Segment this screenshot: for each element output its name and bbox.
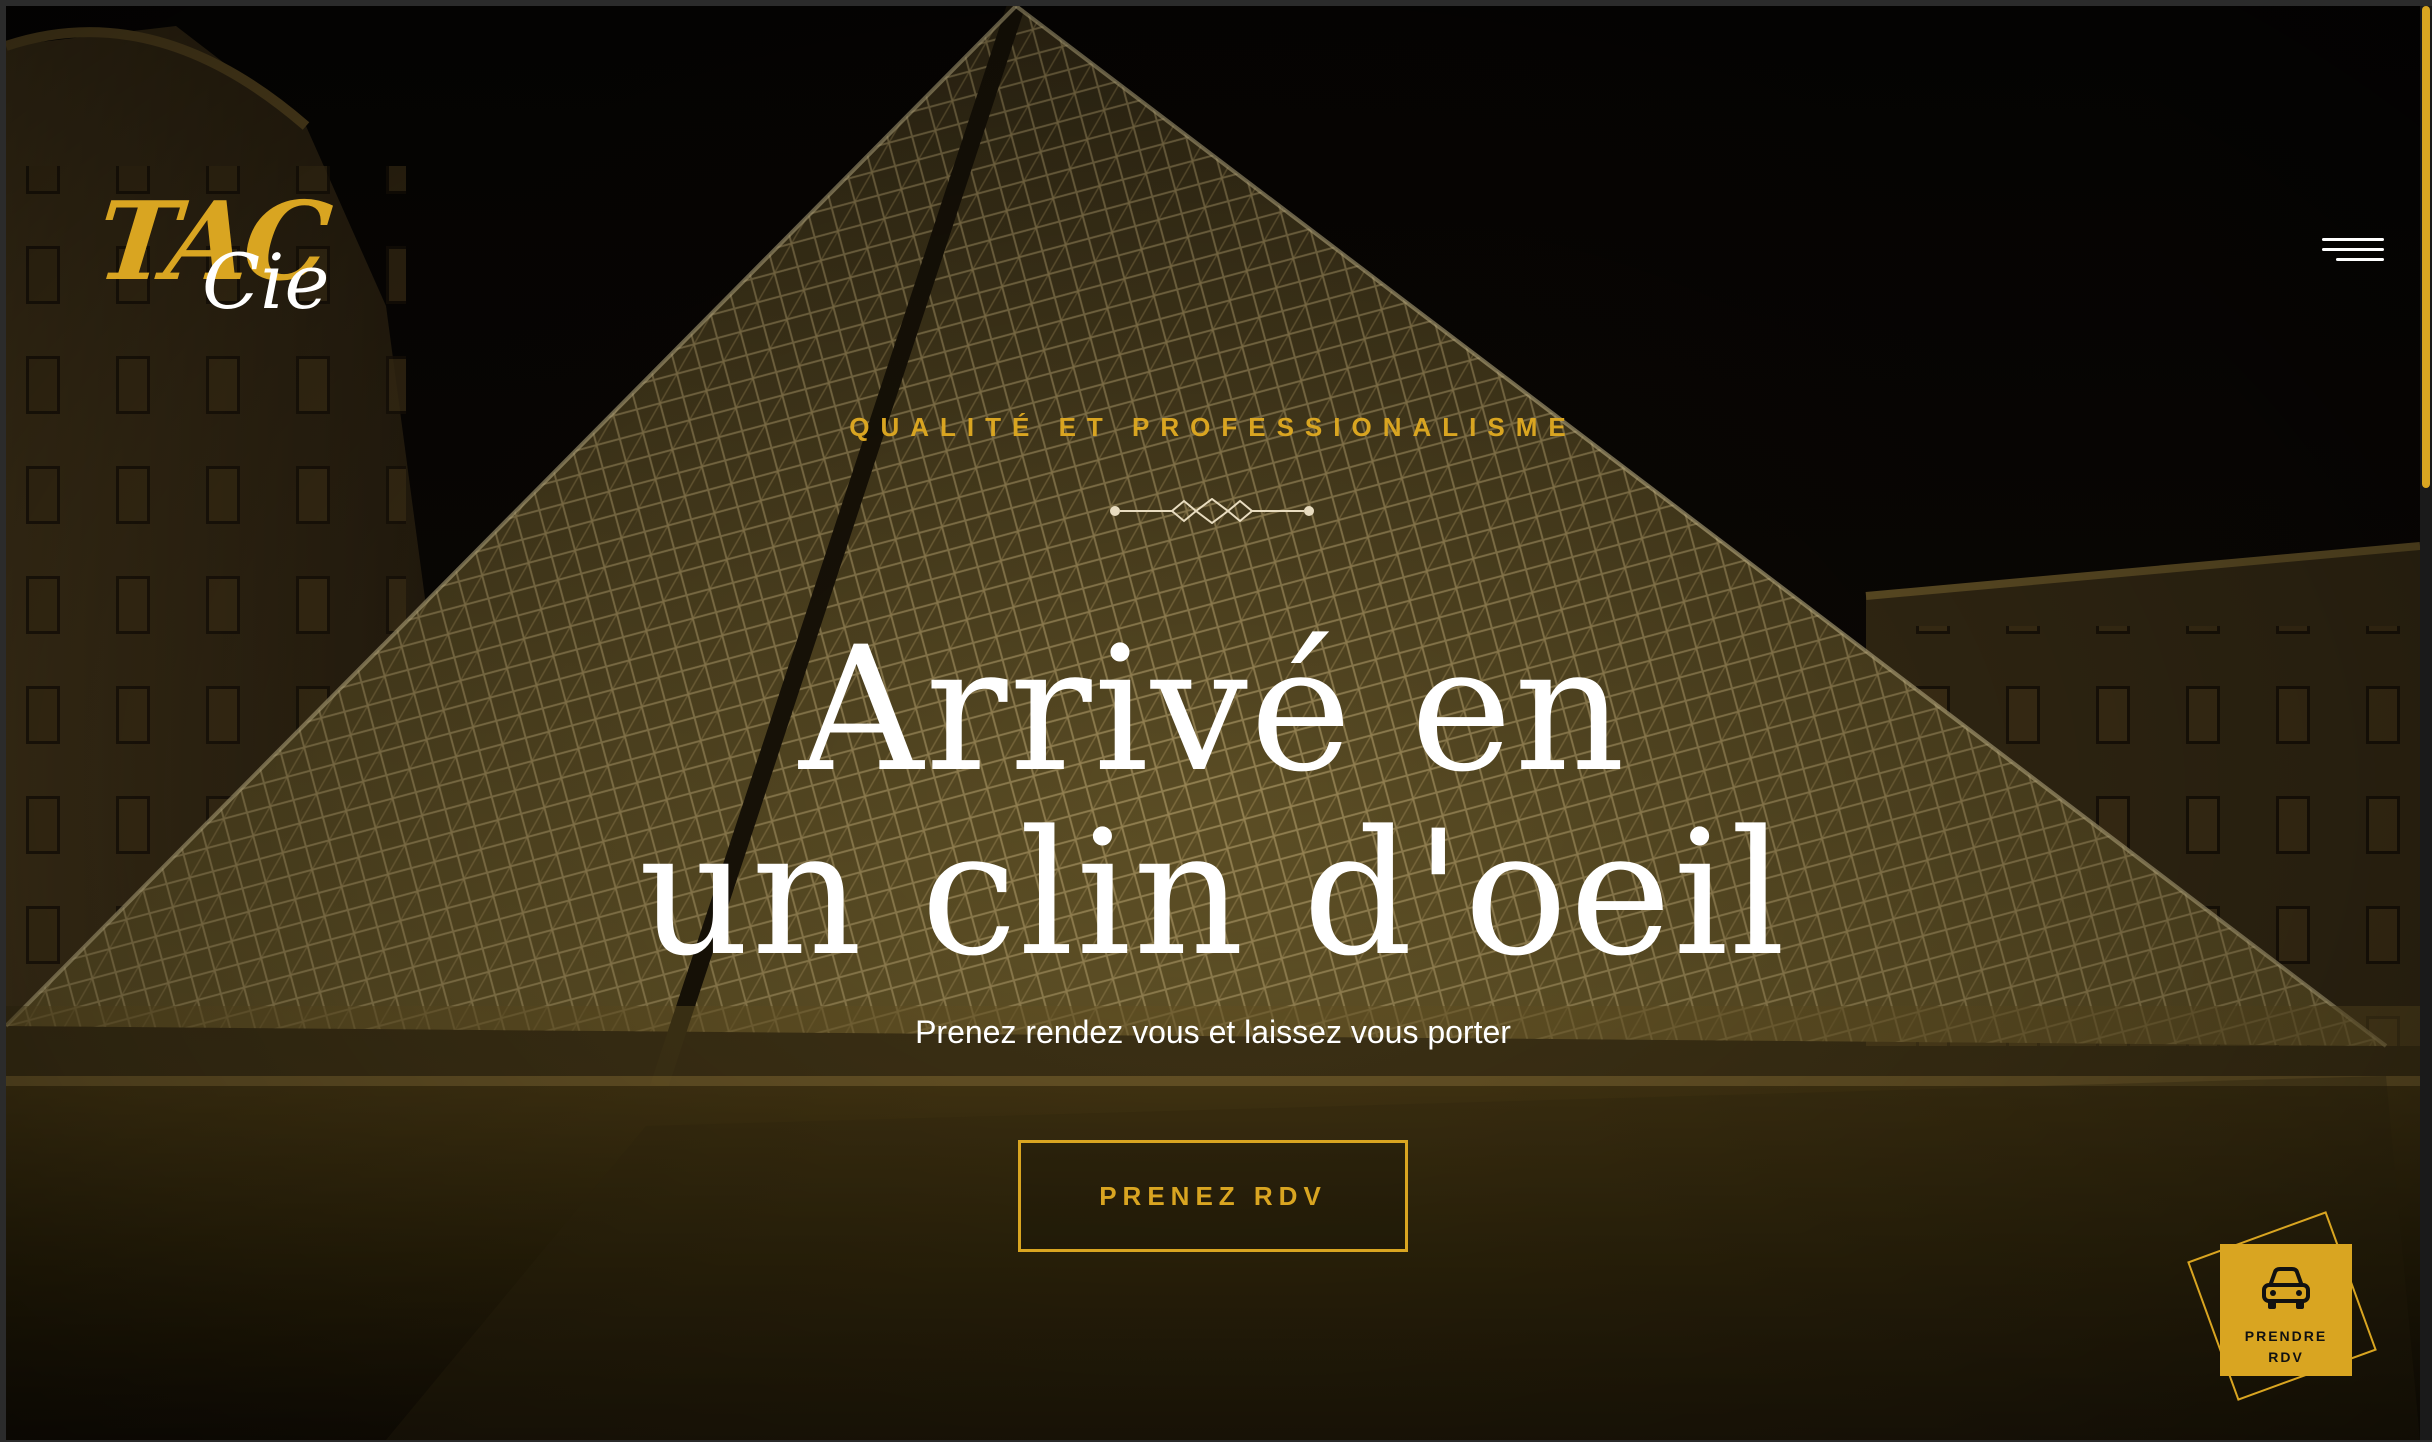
widget-label: PRENDRE RDV <box>2220 1326 2352 1368</box>
hero-section: QUALITÉ ET PROFESSIONALISME Arrivé en un… <box>6 6 2420 1440</box>
car-icon <box>2260 1266 2312 1312</box>
headline-line-1: Arrivé en <box>799 609 1627 810</box>
ornament-divider-icon <box>1110 497 1314 529</box>
headline-line-2: un clin d'oeil <box>638 793 1788 994</box>
page-viewport: TAC Cie QUALITÉ ET PROFESSIONALISME Arri… <box>6 6 2420 1440</box>
scrollbar-thumb[interactable] <box>2422 6 2430 488</box>
take-appointment-button[interactable]: PRENDRE RDV <box>2220 1244 2352 1376</box>
page-scrollbar[interactable] <box>2420 6 2432 1440</box>
hero-eyebrow: QUALITÉ ET PROFESSIONALISME <box>849 412 1577 442</box>
widget-label-line-2: RDV <box>2268 1349 2304 1365</box>
hero-subtitle: Prenez rendez vous et laissez vous porte… <box>915 1014 1511 1050</box>
hero-headline: Arrivé en un clin d'oeil <box>6 618 2420 986</box>
book-appointment-button[interactable]: PRENEZ RDV <box>1018 1140 1408 1252</box>
floating-appointment-widget[interactable]: PRENDRE RDV <box>2187 1211 2377 1401</box>
widget-label-line-1: PRENDRE <box>2244 1328 2328 1344</box>
